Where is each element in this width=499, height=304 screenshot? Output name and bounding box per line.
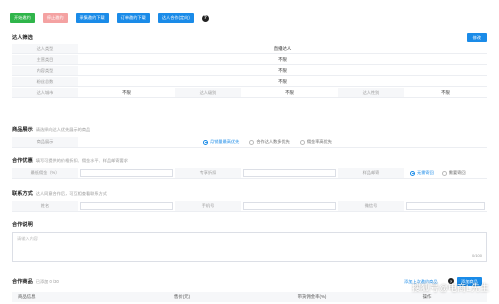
radio-label: 无需寄回 bbox=[417, 170, 434, 175]
discount-input[interactable] bbox=[243, 169, 336, 177]
product-display-options: 月销量最高优先 合作达人数多优先 佣金率高优先 bbox=[78, 137, 487, 147]
name-input[interactable] bbox=[80, 202, 173, 210]
contact-hint: 达人同意合作后，可互相查看联系方式 bbox=[35, 191, 107, 196]
cooperation-row: 最低佣金（%） 专享折扣 样品邮寄 无需寄回 需要寄回 bbox=[12, 168, 487, 179]
radio-selected-icon bbox=[410, 170, 415, 176]
wechat-cell bbox=[404, 201, 487, 211]
radio-label: 月销量最高优先 bbox=[210, 139, 240, 144]
radio-label: 需要寄回 bbox=[448, 170, 466, 175]
description-placeholder: 请输入内容 bbox=[17, 236, 38, 241]
name-cell bbox=[78, 201, 175, 211]
phone-label: 手机号 bbox=[175, 201, 241, 211]
filter-value: 不限 bbox=[278, 78, 287, 84]
radio-icon bbox=[299, 139, 305, 145]
radio-icon bbox=[441, 170, 447, 176]
products-title-text: 合作商品 bbox=[12, 279, 33, 285]
radio-monthly-sales[interactable]: 月销量最高优先 bbox=[203, 139, 239, 145]
filter-label: 内容类型 bbox=[12, 66, 78, 75]
cooperation-title: 合作优惠 填写可提供的价格折扣、佣金水平、样品邮寄要求 bbox=[12, 157, 128, 164]
phone-input[interactable] bbox=[243, 202, 336, 210]
filter-label: 主营类目 bbox=[12, 55, 78, 64]
filter-row-fans: 粉丝总数 不限 bbox=[12, 77, 487, 87]
radio-commission-rate[interactable]: 佣金率高优先 bbox=[299, 139, 332, 145]
edit-button[interactable]: 修改 bbox=[466, 33, 487, 42]
start-invite-button[interactable]: 开始邀约 bbox=[10, 13, 35, 23]
product-display-label: 商品展示 bbox=[12, 137, 78, 147]
phone-cell bbox=[241, 201, 338, 211]
sample-options: 无需寄回 需要寄回 bbox=[404, 168, 487, 178]
talent-cooperation-directed-button[interactable]: 达人合作(定向) bbox=[157, 13, 194, 23]
products-title: 合作商品 已添加 0 /30 bbox=[12, 278, 59, 285]
col-commission: 带货佣金率(%) bbox=[297, 294, 327, 299]
radio-no-return[interactable]: 无需寄回 bbox=[410, 170, 434, 176]
toolbar: 开始邀约 停止邀约 采集邀约下载 订单邀约下载 达人合作(定向) ? bbox=[10, 12, 209, 24]
discount-cell bbox=[241, 168, 338, 178]
help-icon[interactable]: ? bbox=[201, 14, 209, 22]
radio-selected-icon bbox=[203, 139, 208, 145]
radio-need-return[interactable]: 需要寄回 bbox=[441, 170, 466, 176]
city-value: 不限 bbox=[122, 89, 131, 95]
order-invite-download-button[interactable]: 订单邀约下载 bbox=[116, 13, 150, 23]
col-price: 售价(元) bbox=[173, 294, 191, 299]
filter-value: 不限 bbox=[278, 67, 287, 73]
filter-row-category: 主营类目 不限 bbox=[12, 55, 487, 65]
discount-label: 专享折扣 bbox=[175, 168, 241, 178]
cooperation-hint: 填写可提供的价格折扣、佣金水平、样品邮寄要求 bbox=[35, 158, 128, 163]
description-title: 合作说明 bbox=[12, 222, 33, 228]
cooperation-title-text: 合作优惠 bbox=[12, 158, 33, 164]
product-display-title-text: 商品展示 bbox=[12, 127, 33, 133]
level-label: 达人级别 bbox=[175, 88, 241, 97]
stop-invite-button[interactable]: 停止邀约 bbox=[42, 13, 68, 23]
radio-label: 合作达人数多优先 bbox=[256, 139, 290, 144]
description-textarea[interactable]: 请输入内容 0/100 bbox=[12, 232, 487, 262]
filter-row-content: 内容类型 不限 bbox=[12, 66, 487, 76]
contact-title: 联系方式 达人同意合作后，可互相查看联系方式 bbox=[12, 190, 107, 197]
commission-label: 最低佣金（%） bbox=[12, 168, 78, 178]
description-counter: 0/100 bbox=[471, 253, 482, 258]
filter-row-type: 达人类型 直播达人 bbox=[12, 44, 487, 54]
radio-talent-count[interactable]: 合作达人数多优先 bbox=[249, 139, 290, 145]
filter-value: 直播达人 bbox=[273, 45, 292, 51]
name-label: 姓名 bbox=[12, 201, 78, 211]
sample-label: 样品邮寄 bbox=[338, 168, 404, 178]
contact-row: 姓名 手机号 微信号 bbox=[12, 201, 487, 212]
commission-cell bbox=[78, 168, 175, 178]
filter-label: 达人类型 bbox=[12, 44, 78, 53]
product-display-hint: 请选择向达人优先展示的商品 bbox=[35, 127, 91, 132]
col-product-info: 商品信息 bbox=[18, 294, 36, 299]
product-display-title: 商品展示 请选择向达人优先展示的商品 bbox=[12, 126, 90, 133]
wechat-input[interactable] bbox=[406, 202, 485, 210]
level-value: 不限 bbox=[285, 89, 294, 95]
talent-filter-title: 达人筛选 bbox=[12, 35, 33, 41]
city-label: 达人城市 bbox=[12, 88, 78, 97]
products-count: 已添加 0 /30 bbox=[35, 279, 59, 284]
collect-invite-download-button[interactable]: 采集邀约下载 bbox=[75, 13, 109, 23]
col-actions: 操作 bbox=[422, 294, 432, 299]
gender-label: 达人性别 bbox=[338, 88, 404, 97]
commission-input[interactable] bbox=[80, 169, 173, 177]
radio-label: 佣金率高优先 bbox=[306, 139, 332, 144]
gender-value: 不限 bbox=[441, 89, 450, 95]
filter-value: 不限 bbox=[278, 56, 287, 62]
filter-row-city-level-gender: 达人城市 不限 达人级别 不限 达人性别 不限 bbox=[12, 88, 487, 98]
filter-label: 粉丝总数 bbox=[12, 77, 78, 86]
contact-title-text: 联系方式 bbox=[12, 191, 33, 197]
product-display-row: 商品展示 月销量最高优先 合作达人数多优先 佣金率高优先 bbox=[12, 137, 487, 148]
watermark: 搜狐号@电商L先生 bbox=[411, 283, 489, 293]
radio-icon bbox=[249, 139, 255, 145]
wechat-label: 微信号 bbox=[338, 201, 404, 211]
